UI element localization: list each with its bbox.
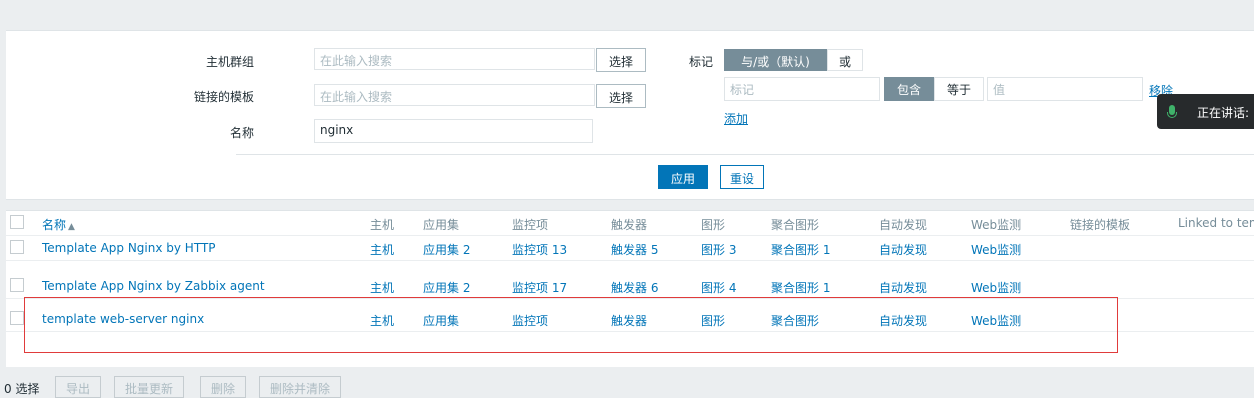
tag-value-input[interactable]: 值 <box>987 77 1143 101</box>
web-link[interactable]: Web监测 <box>971 241 1021 258</box>
host-group-placeholder: 在此输入搜索 <box>320 54 393 68</box>
items-link[interactable]: 监控项 13 <box>512 241 567 258</box>
header-hosts: 主机 <box>370 218 395 232</box>
header-linked-to: Linked to tem <box>1178 216 1254 230</box>
selected-count: 0 选择 <box>4 382 40 396</box>
tag-add-link[interactable]: 添加 <box>724 110 748 127</box>
header-web: Web监测 <box>971 218 1022 232</box>
delete-button[interactable]: 删除 <box>200 376 247 398</box>
row-checkbox[interactable] <box>10 240 24 254</box>
name-input[interactable]: nginx <box>314 119 593 143</box>
web-link[interactable]: Web监测 <box>971 279 1021 296</box>
template-name-link[interactable]: Template App Nginx by Zabbix agent <box>42 279 265 293</box>
header-items: 监控项 <box>512 218 549 232</box>
linked-templates-placeholder: 在此输入搜索 <box>320 90 393 104</box>
screens-link[interactable]: 聚合图形 1 <box>771 241 830 258</box>
discovery-link[interactable]: 自动发现 <box>879 241 927 258</box>
applications-link[interactable]: 应用集 2 <box>423 279 470 296</box>
triggers-link[interactable]: 触发器 5 <box>611 241 658 258</box>
tags-label: 标记 <box>688 55 713 69</box>
speaking-tooltip: 正在讲话: <box>1157 94 1254 129</box>
filter-divider <box>236 154 1254 155</box>
filter-panel: 主机群组 在此输入搜索 选择 链接的模板 在此输入搜索 选择 名称 nginx … <box>6 30 1254 200</box>
sort-ascending-icon: ▲ <box>68 222 75 232</box>
header-name-label[interactable]: 名称 <box>42 218 66 232</box>
linked-templates-select-button[interactable]: 选择 <box>596 84 647 108</box>
tag-name-input[interactable]: 标记 <box>724 77 880 101</box>
row-checkbox[interactable] <box>10 311 24 325</box>
header-applications: 应用集 <box>423 218 460 232</box>
tag-and-or-toggle[interactable]: 与/或（默认) <box>724 49 827 71</box>
apply-button[interactable]: 应用 <box>658 165 709 189</box>
tag-name-placeholder: 标记 <box>730 83 755 97</box>
applications-link[interactable]: 应用集 2 <box>423 241 470 258</box>
tag-contains-toggle[interactable]: 包含 <box>884 77 934 101</box>
highlight-box <box>24 297 1118 353</box>
header-triggers: 触发器 <box>611 218 648 232</box>
linked-templates-input[interactable]: 在此输入搜索 <box>314 84 595 106</box>
host-group-label: 主机群组 <box>205 55 254 69</box>
host-group-input[interactable]: 在此输入搜索 <box>314 48 595 70</box>
speaking-text: 正在讲话: <box>1197 106 1250 120</box>
row-checkbox[interactable] <box>10 278 24 292</box>
table-row: Template App Nginx by Zabbix agent 主机 应用… <box>6 274 1254 299</box>
name-label: 名称 <box>229 126 254 140</box>
header-linked-templates: 链接的模板 <box>1070 218 1131 232</box>
header-name[interactable]: 名称 ▲ <box>42 216 75 233</box>
discovery-link[interactable]: 自动发现 <box>879 279 927 296</box>
reset-button[interactable]: 重设 <box>720 165 765 189</box>
items-link[interactable]: 监控项 17 <box>512 279 567 296</box>
screens-link[interactable]: 聚合图形 1 <box>771 279 830 296</box>
header-screens: 聚合图形 <box>771 218 820 232</box>
graphs-link[interactable]: 图形 4 <box>701 279 736 296</box>
select-all-checkbox[interactable] <box>10 215 24 229</box>
footer-actions: 0 选择 导出 批量更新 删除 删除并清除 <box>0 376 1254 398</box>
delete-and-clear-button[interactable]: 删除并清除 <box>259 376 342 398</box>
table-header: 名称 ▲ 主机 应用集 监控项 触发器 图形 聚合图形 自动发现 Web监测 链接… <box>6 211 1254 236</box>
header-graphs: 图形 <box>701 218 726 232</box>
hosts-link[interactable]: 主机 <box>370 241 394 258</box>
tag-or-toggle[interactable]: 或 <box>827 49 863 71</box>
table-row: Template App Nginx by HTTP 主机 应用集 2 监控项 … <box>6 236 1254 261</box>
header-discovery: 自动发现 <box>879 218 928 232</box>
microphone-icon <box>1167 105 1177 118</box>
tag-value-placeholder: 值 <box>993 83 1006 97</box>
graphs-link[interactable]: 图形 3 <box>701 241 736 258</box>
triggers-link[interactable]: 触发器 6 <box>611 279 658 296</box>
mass-update-button[interactable]: 批量更新 <box>114 376 185 398</box>
linked-templates-label: 链接的模板 <box>193 90 254 104</box>
template-name-link[interactable]: Template App Nginx by HTTP <box>42 241 216 255</box>
tag-equals-toggle[interactable]: 等于 <box>934 77 984 101</box>
hosts-link[interactable]: 主机 <box>370 279 394 296</box>
export-button[interactable]: 导出 <box>55 376 102 398</box>
